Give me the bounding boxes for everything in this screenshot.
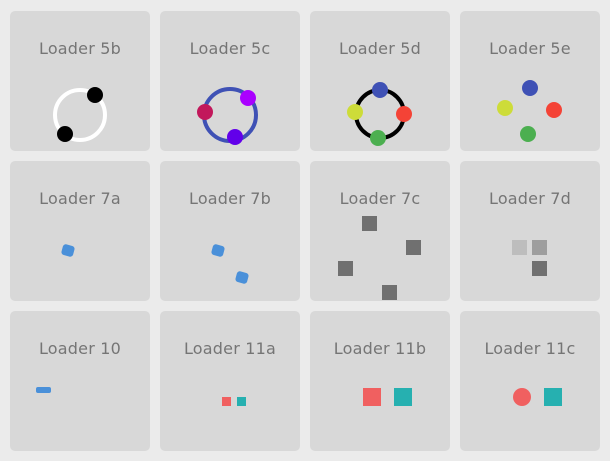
loader-tile-11c: Loader 11c (460, 311, 600, 451)
loader-7b-svg (211, 244, 249, 284)
loader-tile-5d: Loader 5d (310, 11, 450, 151)
loader-tile-11b: Loader 11b (310, 311, 450, 451)
loader-gallery-grid: Loader 5b Loader 5c Loader 5d Loader 5e … (10, 11, 600, 451)
loader-graphic-11b (310, 311, 450, 451)
loader-tile-7a: Loader 7a (10, 161, 150, 301)
loader-5e-dot-yellow (497, 100, 513, 116)
loader-10-bar (36, 387, 51, 393)
loader-7a-square (61, 244, 75, 257)
loader-11c-svg (513, 388, 562, 406)
loader-5c-dot-purple (227, 129, 243, 145)
loader-7a-svg (61, 244, 75, 257)
loader-7b-square-2 (235, 271, 249, 284)
loader-5e-dot-red (546, 102, 562, 118)
loader-tile-10: Loader 10 (10, 311, 150, 451)
loader-5c-dot-magenta (197, 104, 213, 120)
loader-5e-svg (497, 80, 562, 142)
loader-tile-5e: Loader 5e (460, 11, 600, 151)
loader-11a-svg (222, 397, 246, 406)
loader-tile-7d: Loader 7d (460, 161, 600, 301)
loader-graphic-7c (310, 161, 450, 301)
loader-5c-dot-violet (240, 90, 256, 106)
loader-10-svg (36, 387, 51, 393)
loader-5b-svg (53, 87, 107, 142)
loader-5e-dot-green (520, 126, 536, 142)
loader-7d-square-top-right (532, 240, 547, 255)
loader-7c-square-left (338, 261, 353, 276)
loader-11c-square-teal (544, 388, 562, 406)
loader-tile-5b: Loader 5b (10, 11, 150, 151)
loader-11b-square-teal (394, 388, 412, 406)
loader-tile-11a: Loader 11a (160, 311, 300, 451)
loader-7d-svg (512, 240, 547, 276)
loader-tile-7b: Loader 7b (160, 161, 300, 301)
loader-5d-dot-yellow (347, 104, 363, 120)
loader-5d-dot-green (370, 130, 386, 146)
loader-11a-square-coral (222, 397, 231, 406)
loader-7c-square-right (406, 240, 421, 255)
loader-7c-svg (338, 216, 421, 300)
loader-graphic-11a (160, 311, 300, 451)
loader-graphic-11c (460, 311, 600, 451)
loader-5d-dot-red (396, 106, 412, 122)
loader-7c-square-top (362, 216, 377, 231)
loader-5c-svg (197, 87, 258, 145)
loader-graphic-5e (460, 11, 600, 151)
loader-7c-square-bottom (382, 285, 397, 300)
loader-graphic-7a (10, 161, 150, 301)
loader-5b-dot-top (87, 87, 103, 103)
loader-graphic-10 (10, 311, 150, 451)
loader-graphic-7b (160, 161, 300, 301)
loader-graphic-5b (10, 11, 150, 151)
loader-tile-5c: Loader 5c (160, 11, 300, 151)
loader-graphic-5c (160, 11, 300, 151)
loader-5b-dot-bottom (57, 126, 73, 142)
loader-5e-dot-blue (522, 80, 538, 96)
loader-11c-circle-coral (513, 388, 531, 406)
loader-11b-square-coral (363, 388, 381, 406)
loader-graphic-7d (460, 161, 600, 301)
loader-5d-svg (347, 82, 412, 146)
loader-graphic-5d (310, 11, 450, 151)
loader-5d-dot-blue (372, 82, 388, 98)
loader-7b-square-1 (211, 244, 225, 257)
loader-11b-svg (363, 388, 412, 406)
loader-tile-7c: Loader 7c (310, 161, 450, 301)
loader-11a-square-teal (237, 397, 246, 406)
loader-7d-square-top-left (512, 240, 527, 255)
loader-7d-square-bottom-right (532, 261, 547, 276)
